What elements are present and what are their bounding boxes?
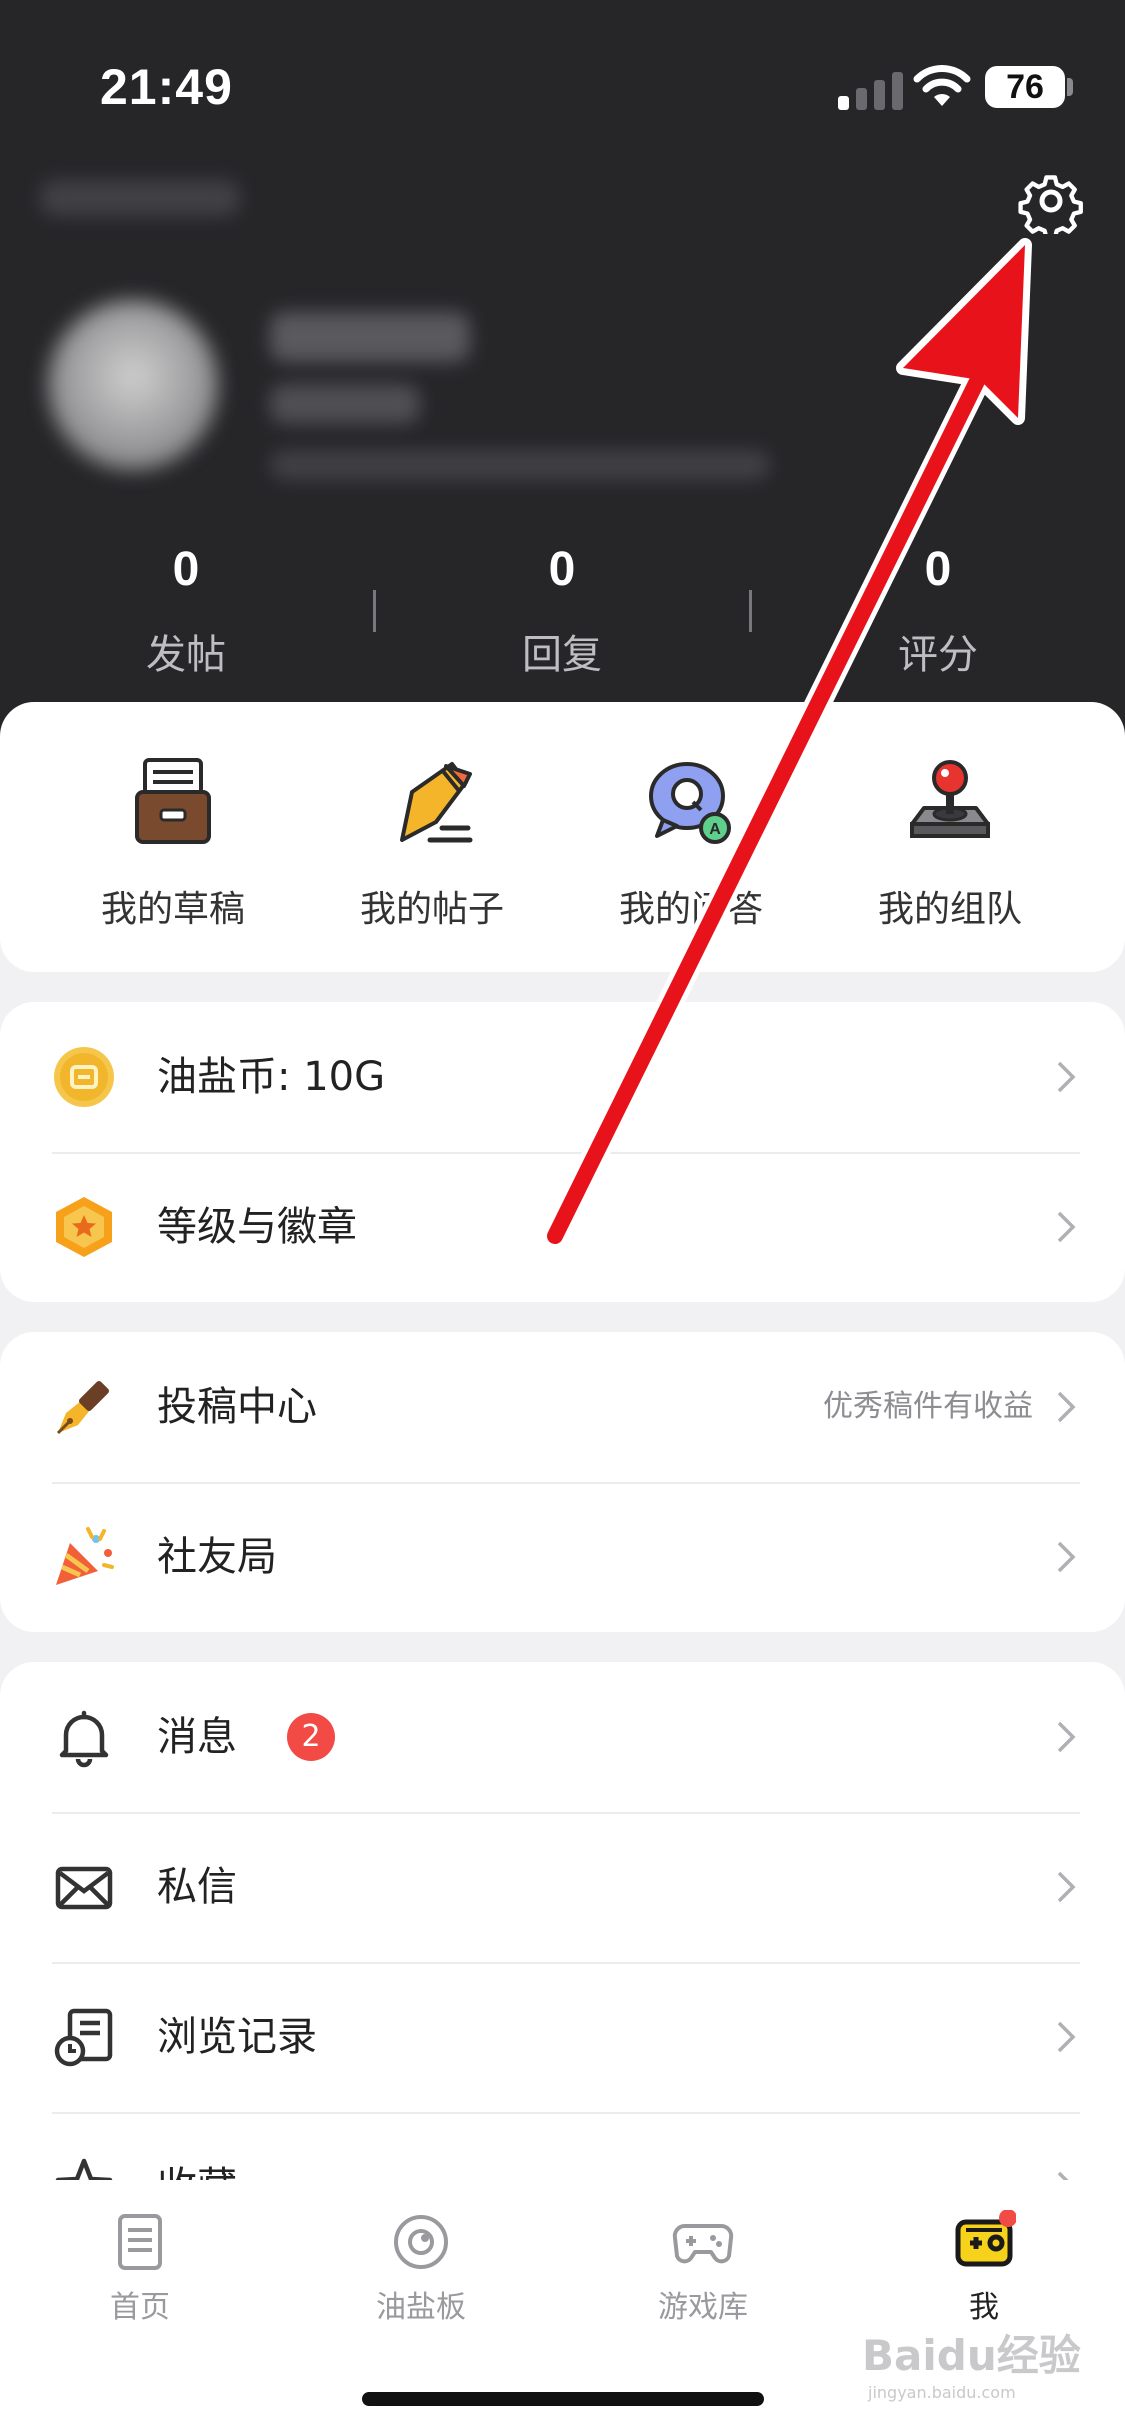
home-indicator bbox=[362, 2392, 764, 2406]
wallet-card: 油盐币: 10G 等级与徽章 bbox=[0, 1002, 1125, 1302]
battery-nub bbox=[1067, 78, 1073, 96]
stat-posts[interactable]: 0 发帖 bbox=[66, 530, 306, 700]
qa-bubble-icon: A bbox=[649, 762, 731, 844]
stat-ratings-value: 0 bbox=[924, 543, 952, 596]
quick-item-posts[interactable]: 我的帖子 bbox=[302, 752, 562, 932]
stat-replies-value: 0 bbox=[548, 543, 576, 596]
chevron-right-icon bbox=[1057, 1541, 1076, 1573]
quick-actions-card: 我的草稿 我的帖子 A 我的问答 我的组队 bbox=[0, 702, 1125, 972]
coin-icon bbox=[54, 1047, 114, 1107]
document-icon bbox=[118, 2214, 162, 2270]
row-social-club-label: 社友局 bbox=[157, 1534, 277, 1580]
pen-post-icon bbox=[400, 762, 473, 843]
stat-ratings[interactable]: 0 评分 bbox=[818, 530, 1058, 700]
blurred-level bbox=[270, 384, 420, 424]
status-time: 21:49 bbox=[100, 59, 233, 115]
baidu-watermark: Baidu经验 jingyan.baidu.com bbox=[862, 2322, 1081, 2402]
tab-me-label: 我 bbox=[969, 2290, 999, 2325]
quick-item-label: 我的帖子 bbox=[359, 889, 504, 930]
bell-icon bbox=[59, 1710, 109, 1768]
row-history-label: 浏览记录 bbox=[157, 2014, 317, 2060]
chevron-right-icon bbox=[1057, 2021, 1076, 2053]
avatar[interactable] bbox=[48, 300, 218, 470]
mail-icon bbox=[55, 1866, 113, 1910]
quick-item-label: 我的组队 bbox=[877, 889, 1022, 930]
watermark-main: Baidu经验 bbox=[862, 2331, 1081, 2380]
joystick-icon bbox=[910, 760, 990, 838]
chevron-right-icon bbox=[1057, 1211, 1076, 1243]
row-messages[interactable]: 消息 2 bbox=[0, 1662, 1125, 1812]
tab-game-library[interactable]: 游戏库 bbox=[603, 2210, 803, 2326]
chevron-right-icon bbox=[1057, 1721, 1076, 1753]
gamepad-icon bbox=[672, 2224, 734, 2264]
badge-icon bbox=[56, 1197, 112, 1257]
blurred-signature bbox=[270, 450, 770, 480]
row-messages-label: 消息 bbox=[157, 1714, 237, 1760]
quick-item-drafts[interactable]: 我的草稿 bbox=[43, 752, 303, 932]
stat-posts-value: 0 bbox=[172, 543, 200, 596]
tab-me[interactable]: 我 bbox=[884, 2210, 1084, 2326]
chevron-right-icon bbox=[1057, 1061, 1076, 1093]
battery-indicator: 76 bbox=[985, 66, 1065, 108]
row-level-badges[interactable]: 等级与徽章 bbox=[0, 1152, 1125, 1302]
fountain-pen-icon bbox=[56, 1380, 110, 1435]
unread-badge: 2 bbox=[287, 1713, 335, 1761]
drafts-box-icon bbox=[135, 758, 211, 844]
row-submission-center[interactable]: 投稿中心 优秀稿件有收益 bbox=[0, 1332, 1125, 1482]
stat-posts-label: 发帖 bbox=[146, 632, 226, 678]
watermark-sub: jingyan.baidu.com bbox=[868, 2383, 1016, 2402]
wifi-icon bbox=[913, 65, 971, 106]
stats-row: 0 发帖 0 回复 0 评分 bbox=[0, 530, 1125, 690]
blurred-username-top bbox=[40, 180, 240, 216]
me-icon bbox=[955, 2210, 1016, 2267]
creator-card: 投稿中心 优秀稿件有收益 社友局 bbox=[0, 1332, 1125, 1632]
quick-item-qa[interactable]: A 我的问答 bbox=[561, 752, 821, 932]
svg-text:A: A bbox=[709, 821, 721, 838]
tab-game-library-label: 游戏库 bbox=[658, 2290, 748, 2325]
tab-board-label: 油盐板 bbox=[376, 2290, 466, 2325]
stat-divider bbox=[749, 590, 752, 632]
party-popper-icon bbox=[56, 1527, 114, 1585]
tab-home[interactable]: 首页 bbox=[40, 2210, 240, 2326]
stat-divider bbox=[373, 590, 376, 632]
row-social-club[interactable]: 社友局 bbox=[0, 1482, 1125, 1632]
row-level-badges-label: 等级与徽章 bbox=[157, 1204, 357, 1250]
stat-ratings-label: 评分 bbox=[898, 632, 978, 678]
quick-item-team[interactable]: 我的组队 bbox=[820, 752, 1080, 932]
stat-replies-label: 回复 bbox=[522, 632, 602, 678]
row-submission-center-label: 投稿中心 bbox=[157, 1384, 317, 1430]
stat-replies[interactable]: 0 回复 bbox=[442, 530, 682, 700]
row-history[interactable]: 浏览记录 bbox=[0, 1962, 1125, 2112]
row-coins-label: 油盐币: 10G bbox=[157, 1054, 386, 1100]
quick-item-label: 我的草稿 bbox=[100, 889, 245, 930]
blurred-nickname bbox=[270, 312, 470, 362]
board-icon bbox=[394, 2215, 448, 2269]
row-private-messages-label: 私信 bbox=[157, 1864, 237, 1910]
cellular-signal-icon bbox=[838, 68, 908, 110]
row-private-messages[interactable]: 私信 bbox=[0, 1812, 1125, 1962]
tab-home-label: 首页 bbox=[110, 2290, 170, 2325]
row-coins[interactable]: 油盐币: 10G bbox=[0, 1002, 1125, 1152]
tab-board[interactable]: 油盐板 bbox=[321, 2210, 521, 2326]
history-icon bbox=[54, 2008, 113, 2067]
settings-gear-icon[interactable] bbox=[1018, 168, 1084, 234]
chevron-right-icon bbox=[1057, 1871, 1076, 1903]
chevron-right-icon bbox=[1057, 1391, 1076, 1423]
row-submission-center-hint: 优秀稿件有收益 bbox=[823, 1389, 1033, 1424]
quick-item-label: 我的问答 bbox=[618, 889, 763, 930]
